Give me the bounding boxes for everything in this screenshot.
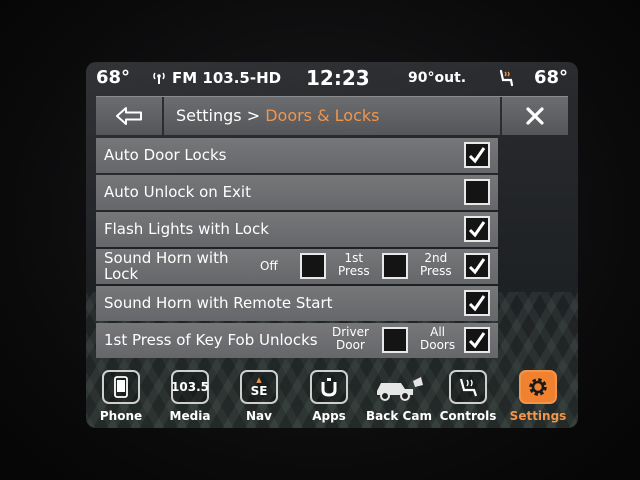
opt-line-1: All (430, 325, 445, 339)
app-dock: Phone 103.5 Media ▲ SE Nav Apps Back Cam… (86, 368, 578, 428)
option-label-1st-press: 1st Press (338, 252, 370, 278)
option-label-driver-door: Driver Door (332, 326, 369, 352)
option-label-2nd-press: 2nd Press (420, 252, 452, 278)
flash-lights-checkbox[interactable] (464, 216, 490, 242)
opt-line-1: 1st (344, 251, 364, 265)
dock-label: Phone (99, 409, 143, 423)
outside-temp: 90°out. (408, 70, 467, 86)
dock-controls[interactable]: Controls (440, 368, 496, 428)
dock-label: Media (169, 409, 211, 423)
fob-all-doors-checkbox[interactable] (464, 327, 490, 353)
setting-label: Flash Lights with Lock (104, 220, 269, 238)
phone-icon (102, 370, 140, 404)
opt-line-1: Driver (332, 325, 369, 339)
setting-label: Sound Horn with Lock (104, 250, 228, 282)
dock-label: Settings (509, 409, 567, 423)
status-bar: 68° FM 103.5-HD 12:23 90°out. 68° (86, 62, 578, 92)
checkmark-icon (468, 332, 486, 349)
back-cam-icon (371, 370, 427, 404)
setting-label: Auto Door Locks (104, 146, 227, 164)
back-arrow-icon (116, 107, 142, 125)
horn-lock-2nd-press-checkbox[interactable] (464, 253, 490, 279)
dock-label: Nav (246, 409, 272, 423)
checkmark-icon (468, 221, 486, 238)
settings-list: Auto Door Locks Auto Unlock on Exit Flas… (96, 138, 498, 360)
option-label-all-doors: All Doors (420, 326, 455, 352)
nav-icon-text: SE (250, 383, 268, 398)
gear-icon (519, 370, 557, 404)
title-bar: Settings > Doors & Locks (96, 96, 568, 135)
north-arrow-icon: ▲ (256, 375, 262, 384)
dock-label: Apps (312, 409, 346, 423)
driver-temp[interactable]: 68° (96, 67, 130, 88)
setting-auto-door-locks[interactable]: Auto Door Locks (96, 138, 498, 173)
compass-icon: ▲ SE (240, 370, 278, 404)
passenger-temp[interactable]: 68° (534, 67, 568, 88)
option-label-off: Off (260, 259, 278, 273)
dock-phone[interactable]: Phone (99, 368, 143, 428)
setting-label: Sound Horn with Remote Start (104, 294, 333, 312)
setting-key-fob-unlocks: 1st Press of Key Fob Unlocks Driver Door … (96, 323, 498, 358)
label-line-2: Lock (104, 265, 139, 283)
setting-label: Auto Unlock on Exit (104, 183, 251, 201)
radio-station: FM 103.5-HD (172, 69, 282, 87)
breadcrumb: Settings > Doors & Locks (176, 106, 379, 125)
media-icon-text: 103.5 (171, 380, 209, 394)
auto-unlock-checkbox[interactable] (464, 179, 490, 205)
setting-sound-horn-remote-start[interactable]: Sound Horn with Remote Start (96, 286, 498, 321)
checkmark-icon (468, 147, 486, 164)
radio-status[interactable]: FM 103.5-HD (152, 69, 281, 87)
horn-lock-1st-press-checkbox[interactable] (382, 253, 408, 279)
breadcrumb-current: Doors & Locks (265, 106, 380, 125)
opt-line-2: Door (336, 338, 365, 352)
opt-line-1: 2nd (424, 251, 448, 265)
opt-line-2: Doors (420, 338, 456, 352)
breadcrumb-parent[interactable]: Settings > (176, 106, 265, 125)
dock-label: Back Cam (366, 409, 432, 423)
dock-back-cam[interactable]: Back Cam (366, 368, 432, 428)
setting-sound-horn-with-lock: Sound Horn with Lock Off 1st Press 2nd Pres… (96, 249, 498, 284)
opt-line-2: Press (338, 264, 370, 278)
fob-driver-door-checkbox[interactable] (382, 327, 408, 353)
media-icon: 103.5 (171, 370, 209, 404)
seat-heater-icon[interactable] (496, 68, 516, 88)
dock-apps[interactable]: Apps (307, 368, 351, 428)
apps-icon (310, 370, 348, 404)
close-button[interactable] (500, 97, 568, 135)
checkmark-icon (468, 295, 486, 312)
dock-media[interactable]: 103.5 Media (168, 368, 212, 428)
touch-screen: 68° FM 103.5-HD 12:23 90°out. 68° Settin… (86, 62, 578, 428)
horn-remote-start-checkbox[interactable] (464, 290, 490, 316)
setting-auto-unlock-on-exit[interactable]: Auto Unlock on Exit (96, 175, 498, 210)
controls-icon (449, 370, 487, 404)
setting-flash-lights-with-lock[interactable]: Flash Lights with Lock (96, 212, 498, 247)
clock: 12:23 (306, 66, 370, 90)
auto-door-locks-checkbox[interactable] (464, 142, 490, 168)
dock-label: Controls (439, 409, 497, 423)
antenna-icon (153, 72, 165, 84)
dock-settings[interactable]: Settings (509, 368, 567, 428)
close-icon (526, 107, 544, 125)
back-button[interactable] (96, 97, 164, 135)
opt-line-2: Press (420, 264, 452, 278)
horn-lock-off-checkbox[interactable] (300, 253, 326, 279)
setting-label: 1st Press of Key Fob Unlocks (104, 331, 318, 349)
dock-nav[interactable]: ▲ SE Nav (237, 368, 281, 428)
checkmark-icon (468, 258, 486, 275)
